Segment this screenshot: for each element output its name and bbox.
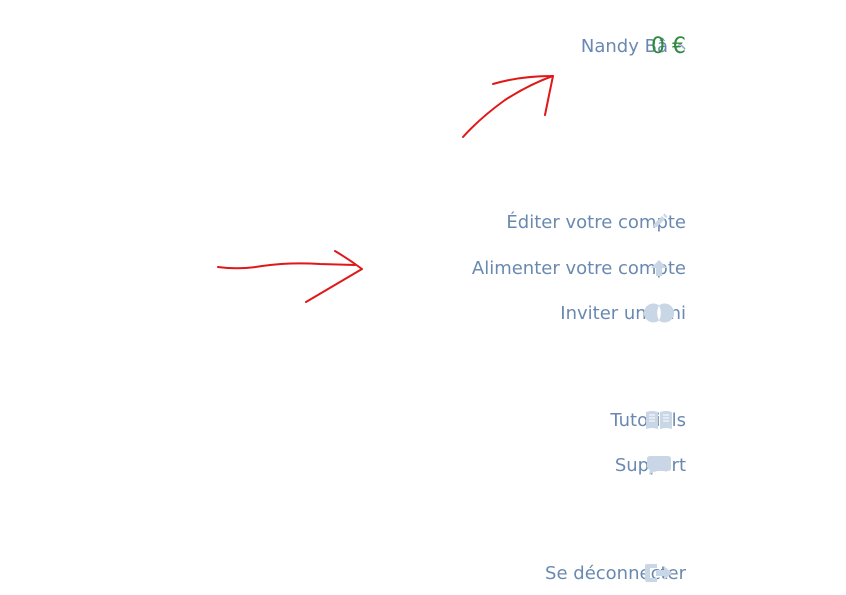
pencil-icon bbox=[642, 208, 676, 236]
chat-icon bbox=[642, 451, 676, 479]
annotation-arrow-icon bbox=[217, 75, 554, 303]
account-balance: 0 € bbox=[651, 34, 686, 59]
arrow-up-icon bbox=[642, 254, 676, 282]
invite-icon bbox=[642, 299, 676, 327]
book-icon bbox=[642, 406, 676, 434]
logout-icon bbox=[642, 559, 676, 587]
